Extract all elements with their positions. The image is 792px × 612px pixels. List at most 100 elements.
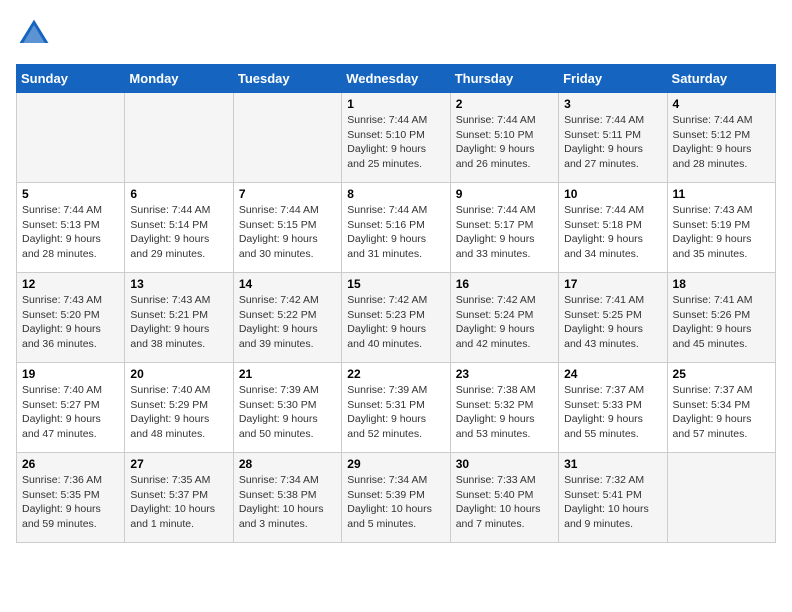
- day-info: Sunrise: 7:44 AMSunset: 5:12 PMDaylight:…: [673, 113, 770, 172]
- calendar-cell: 23 Sunrise: 7:38 AMSunset: 5:32 PMDaylig…: [450, 363, 558, 453]
- day-number: 13: [130, 277, 227, 291]
- day-info: Sunrise: 7:39 AMSunset: 5:30 PMDaylight:…: [239, 383, 336, 442]
- logo: [16, 16, 58, 52]
- day-number: 14: [239, 277, 336, 291]
- day-number: 10: [564, 187, 661, 201]
- calendar-cell: 4 Sunrise: 7:44 AMSunset: 5:12 PMDayligh…: [667, 93, 775, 183]
- day-info: Sunrise: 7:43 AMSunset: 5:20 PMDaylight:…: [22, 293, 119, 352]
- header-row: SundayMondayTuesdayWednesdayThursdayFrid…: [17, 65, 776, 93]
- day-info: Sunrise: 7:44 AMSunset: 5:16 PMDaylight:…: [347, 203, 444, 262]
- day-number: 16: [456, 277, 553, 291]
- day-info: Sunrise: 7:34 AMSunset: 5:38 PMDaylight:…: [239, 473, 336, 532]
- calendar-week-2: 5 Sunrise: 7:44 AMSunset: 5:13 PMDayligh…: [17, 183, 776, 273]
- calendar-cell: 8 Sunrise: 7:44 AMSunset: 5:16 PMDayligh…: [342, 183, 450, 273]
- day-number: 6: [130, 187, 227, 201]
- day-number: 19: [22, 367, 119, 381]
- day-number: 23: [456, 367, 553, 381]
- day-info: Sunrise: 7:39 AMSunset: 5:31 PMDaylight:…: [347, 383, 444, 442]
- day-number: 27: [130, 457, 227, 471]
- day-info: Sunrise: 7:36 AMSunset: 5:35 PMDaylight:…: [22, 473, 119, 532]
- calendar-cell: [17, 93, 125, 183]
- calendar-cell: 28 Sunrise: 7:34 AMSunset: 5:38 PMDaylig…: [233, 453, 341, 543]
- day-header-tuesday: Tuesday: [233, 65, 341, 93]
- day-info: Sunrise: 7:35 AMSunset: 5:37 PMDaylight:…: [130, 473, 227, 532]
- day-number: 26: [22, 457, 119, 471]
- day-info: Sunrise: 7:44 AMSunset: 5:10 PMDaylight:…: [456, 113, 553, 172]
- day-number: 8: [347, 187, 444, 201]
- day-number: 9: [456, 187, 553, 201]
- calendar-cell: 16 Sunrise: 7:42 AMSunset: 5:24 PMDaylig…: [450, 273, 558, 363]
- day-number: 11: [673, 187, 770, 201]
- day-number: 28: [239, 457, 336, 471]
- logo-icon: [16, 16, 52, 52]
- calendar-cell: 12 Sunrise: 7:43 AMSunset: 5:20 PMDaylig…: [17, 273, 125, 363]
- day-header-thursday: Thursday: [450, 65, 558, 93]
- day-number: 30: [456, 457, 553, 471]
- page-header: [16, 16, 776, 52]
- day-number: 4: [673, 97, 770, 111]
- calendar-cell: 9 Sunrise: 7:44 AMSunset: 5:17 PMDayligh…: [450, 183, 558, 273]
- day-number: 5: [22, 187, 119, 201]
- day-number: 12: [22, 277, 119, 291]
- day-number: 15: [347, 277, 444, 291]
- day-number: 17: [564, 277, 661, 291]
- day-header-monday: Monday: [125, 65, 233, 93]
- calendar-cell: 22 Sunrise: 7:39 AMSunset: 5:31 PMDaylig…: [342, 363, 450, 453]
- day-info: Sunrise: 7:41 AMSunset: 5:25 PMDaylight:…: [564, 293, 661, 352]
- calendar-cell: 15 Sunrise: 7:42 AMSunset: 5:23 PMDaylig…: [342, 273, 450, 363]
- calendar-cell: 1 Sunrise: 7:44 AMSunset: 5:10 PMDayligh…: [342, 93, 450, 183]
- day-header-sunday: Sunday: [17, 65, 125, 93]
- calendar-body: 1 Sunrise: 7:44 AMSunset: 5:10 PMDayligh…: [17, 93, 776, 543]
- day-number: 7: [239, 187, 336, 201]
- calendar-cell: 30 Sunrise: 7:33 AMSunset: 5:40 PMDaylig…: [450, 453, 558, 543]
- calendar-cell: 31 Sunrise: 7:32 AMSunset: 5:41 PMDaylig…: [559, 453, 667, 543]
- day-info: Sunrise: 7:32 AMSunset: 5:41 PMDaylight:…: [564, 473, 661, 532]
- day-number: 24: [564, 367, 661, 381]
- day-info: Sunrise: 7:41 AMSunset: 5:26 PMDaylight:…: [673, 293, 770, 352]
- day-number: 22: [347, 367, 444, 381]
- calendar-week-1: 1 Sunrise: 7:44 AMSunset: 5:10 PMDayligh…: [17, 93, 776, 183]
- calendar-cell: [667, 453, 775, 543]
- day-header-saturday: Saturday: [667, 65, 775, 93]
- calendar-cell: 11 Sunrise: 7:43 AMSunset: 5:19 PMDaylig…: [667, 183, 775, 273]
- day-header-friday: Friday: [559, 65, 667, 93]
- day-number: 2: [456, 97, 553, 111]
- day-info: Sunrise: 7:42 AMSunset: 5:23 PMDaylight:…: [347, 293, 444, 352]
- day-info: Sunrise: 7:44 AMSunset: 5:13 PMDaylight:…: [22, 203, 119, 262]
- day-info: Sunrise: 7:44 AMSunset: 5:11 PMDaylight:…: [564, 113, 661, 172]
- day-number: 29: [347, 457, 444, 471]
- calendar-cell: 21 Sunrise: 7:39 AMSunset: 5:30 PMDaylig…: [233, 363, 341, 453]
- calendar-cell: 13 Sunrise: 7:43 AMSunset: 5:21 PMDaylig…: [125, 273, 233, 363]
- day-info: Sunrise: 7:33 AMSunset: 5:40 PMDaylight:…: [456, 473, 553, 532]
- day-info: Sunrise: 7:44 AMSunset: 5:18 PMDaylight:…: [564, 203, 661, 262]
- day-info: Sunrise: 7:44 AMSunset: 5:14 PMDaylight:…: [130, 203, 227, 262]
- day-info: Sunrise: 7:37 AMSunset: 5:34 PMDaylight:…: [673, 383, 770, 442]
- day-info: Sunrise: 7:44 AMSunset: 5:10 PMDaylight:…: [347, 113, 444, 172]
- day-info: Sunrise: 7:44 AMSunset: 5:17 PMDaylight:…: [456, 203, 553, 262]
- day-number: 3: [564, 97, 661, 111]
- day-number: 31: [564, 457, 661, 471]
- calendar-cell: 19 Sunrise: 7:40 AMSunset: 5:27 PMDaylig…: [17, 363, 125, 453]
- calendar-cell: [125, 93, 233, 183]
- day-info: Sunrise: 7:42 AMSunset: 5:24 PMDaylight:…: [456, 293, 553, 352]
- day-info: Sunrise: 7:43 AMSunset: 5:19 PMDaylight:…: [673, 203, 770, 262]
- day-number: 1: [347, 97, 444, 111]
- calendar-cell: 17 Sunrise: 7:41 AMSunset: 5:25 PMDaylig…: [559, 273, 667, 363]
- day-number: 21: [239, 367, 336, 381]
- calendar-cell: 6 Sunrise: 7:44 AMSunset: 5:14 PMDayligh…: [125, 183, 233, 273]
- calendar-cell: 20 Sunrise: 7:40 AMSunset: 5:29 PMDaylig…: [125, 363, 233, 453]
- day-number: 20: [130, 367, 227, 381]
- calendar-cell: 10 Sunrise: 7:44 AMSunset: 5:18 PMDaylig…: [559, 183, 667, 273]
- calendar-cell: 2 Sunrise: 7:44 AMSunset: 5:10 PMDayligh…: [450, 93, 558, 183]
- day-info: Sunrise: 7:40 AMSunset: 5:29 PMDaylight:…: [130, 383, 227, 442]
- calendar-table: SundayMondayTuesdayWednesdayThursdayFrid…: [16, 64, 776, 543]
- calendar-cell: 25 Sunrise: 7:37 AMSunset: 5:34 PMDaylig…: [667, 363, 775, 453]
- day-info: Sunrise: 7:38 AMSunset: 5:32 PMDaylight:…: [456, 383, 553, 442]
- day-info: Sunrise: 7:43 AMSunset: 5:21 PMDaylight:…: [130, 293, 227, 352]
- day-info: Sunrise: 7:34 AMSunset: 5:39 PMDaylight:…: [347, 473, 444, 532]
- day-number: 18: [673, 277, 770, 291]
- calendar-header: SundayMondayTuesdayWednesdayThursdayFrid…: [17, 65, 776, 93]
- calendar-cell: 26 Sunrise: 7:36 AMSunset: 5:35 PMDaylig…: [17, 453, 125, 543]
- calendar-week-5: 26 Sunrise: 7:36 AMSunset: 5:35 PMDaylig…: [17, 453, 776, 543]
- calendar-week-3: 12 Sunrise: 7:43 AMSunset: 5:20 PMDaylig…: [17, 273, 776, 363]
